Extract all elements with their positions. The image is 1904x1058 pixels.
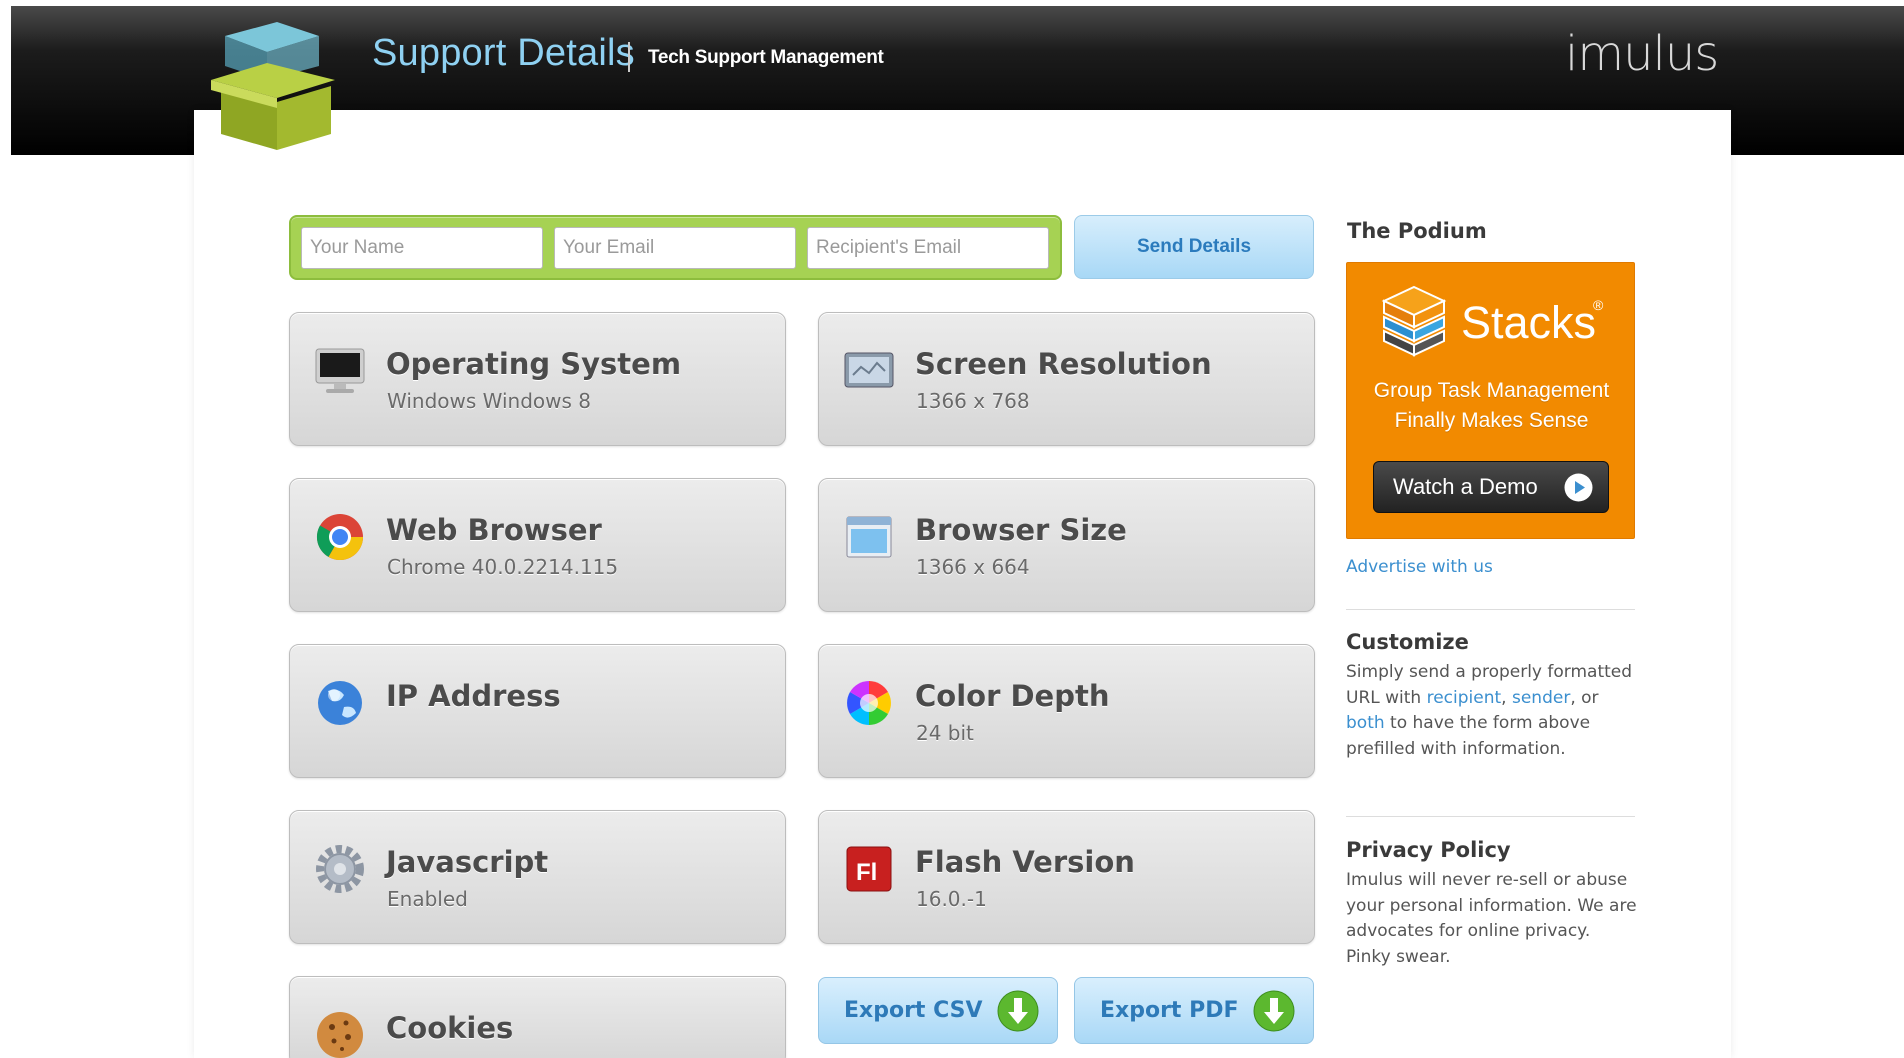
registered-mark: ®: [1593, 297, 1604, 313]
app-subtitle: Tech Support Management: [648, 47, 884, 68]
tile-value: 1366 x 664: [916, 555, 1030, 579]
tile-operating-system: Operating System Windows Windows 8: [289, 312, 786, 446]
tile-label: Cookies: [386, 1011, 514, 1045]
tile-label: Flash Version: [915, 845, 1135, 879]
advertise-link[interactable]: Advertise with us: [1346, 557, 1493, 577]
tile-value: Chrome 40.0.2214.115: [387, 555, 619, 579]
tile-value: 16.0.-1: [916, 887, 987, 911]
customize-text-part: ,: [1501, 687, 1512, 708]
tile-label: IP Address: [386, 679, 561, 713]
both-link[interactable]: both: [1346, 713, 1385, 733]
tile-color-depth: Color Depth 24 bit: [818, 644, 1315, 778]
gear-icon: [316, 845, 364, 893]
tile-label: Browser Size: [915, 513, 1127, 547]
cookie-icon: [317, 1012, 363, 1058]
ad-line-2: Finally Makes Sense: [1394, 409, 1589, 432]
download-icon: [1253, 990, 1295, 1032]
tile-label: Web Browser: [386, 513, 602, 547]
stacks-logo-icon: [1381, 285, 1447, 357]
screen-icon: [844, 352, 894, 388]
privacy-text: Imulus will never re-sell or abuse your …: [1346, 870, 1637, 967]
download-icon: [997, 990, 1039, 1032]
tile-label: Screen Resolution: [915, 347, 1212, 381]
tile-label: Operating System: [386, 347, 682, 381]
window-icon: [846, 516, 892, 558]
watch-demo-button[interactable]: Watch a Demo: [1373, 461, 1609, 513]
play-icon: [1564, 473, 1593, 502]
privacy-heading: Privacy Policy: [1346, 838, 1511, 862]
color-wheel-icon: [847, 681, 891, 725]
customize-heading: Customize: [1346, 630, 1469, 654]
export-pdf-button[interactable]: Export PDF: [1074, 977, 1314, 1044]
sidebar-divider: [1346, 816, 1635, 817]
tile-browser-size: Browser Size 1366 x 664: [818, 478, 1315, 612]
brand-logo[interactable]: imulus: [1565, 26, 1719, 82]
export-csv-button[interactable]: Export CSV: [818, 977, 1058, 1044]
tile-label: Color Depth: [915, 679, 1110, 713]
send-form: [289, 215, 1062, 280]
sidebar-divider: [1346, 609, 1635, 610]
name-input[interactable]: [301, 227, 543, 269]
chrome-icon: [316, 514, 363, 560]
export-pdf-label: Export PDF: [1100, 998, 1239, 1023]
box-logo-icon: [211, 22, 335, 150]
tile-screen-resolution: Screen Resolution 1366 x 768: [818, 312, 1315, 446]
export-csv-label: Export CSV: [844, 998, 983, 1023]
app-title: Support Details: [372, 32, 635, 74]
customize-text-part: , or: [1570, 687, 1599, 708]
ad-tagline: Group Task Management Finally Makes Sens…: [1347, 376, 1636, 436]
tile-label: Javascript: [386, 845, 549, 879]
podium-heading: The Podium: [1347, 219, 1487, 243]
recipient-email-input[interactable]: [807, 227, 1049, 269]
tile-ip-address: IP Address: [289, 644, 786, 778]
send-details-button[interactable]: Send Details: [1074, 215, 1314, 279]
tile-value: 1366 x 768: [916, 389, 1030, 413]
stacks-name: Stacks: [1461, 297, 1597, 348]
tile-javascript: Javascript Enabled: [289, 810, 786, 944]
tile-value: 24 bit: [916, 721, 974, 745]
globe-icon: [318, 681, 362, 725]
customize-text: Simply send a properly formatted URL wit…: [1346, 660, 1638, 762]
title-divider: [628, 42, 630, 72]
tile-value: Windows Windows 8: [387, 389, 591, 413]
recipient-link[interactable]: recipient: [1427, 688, 1502, 708]
tile-value: Enabled: [387, 887, 468, 911]
email-input[interactable]: [554, 227, 796, 269]
tile-web-browser: Web Browser Chrome 40.0.2214.115: [289, 478, 786, 612]
tile-cookies: Cookies: [289, 976, 786, 1058]
svg-text:Fl: Fl: [856, 859, 877, 886]
tile-flash-version: Fl Flash Version 16.0.-1: [818, 810, 1315, 944]
ad-line-1: Group Task Management: [1373, 379, 1610, 402]
flash-icon: Fl: [846, 846, 892, 892]
sender-link[interactable]: sender: [1512, 688, 1570, 708]
stacks-ad[interactable]: Stacks ® Group Task Management Finally M…: [1346, 262, 1635, 539]
watch-demo-label: Watch a Demo: [1393, 474, 1538, 499]
monitor-icon: [315, 348, 365, 393]
